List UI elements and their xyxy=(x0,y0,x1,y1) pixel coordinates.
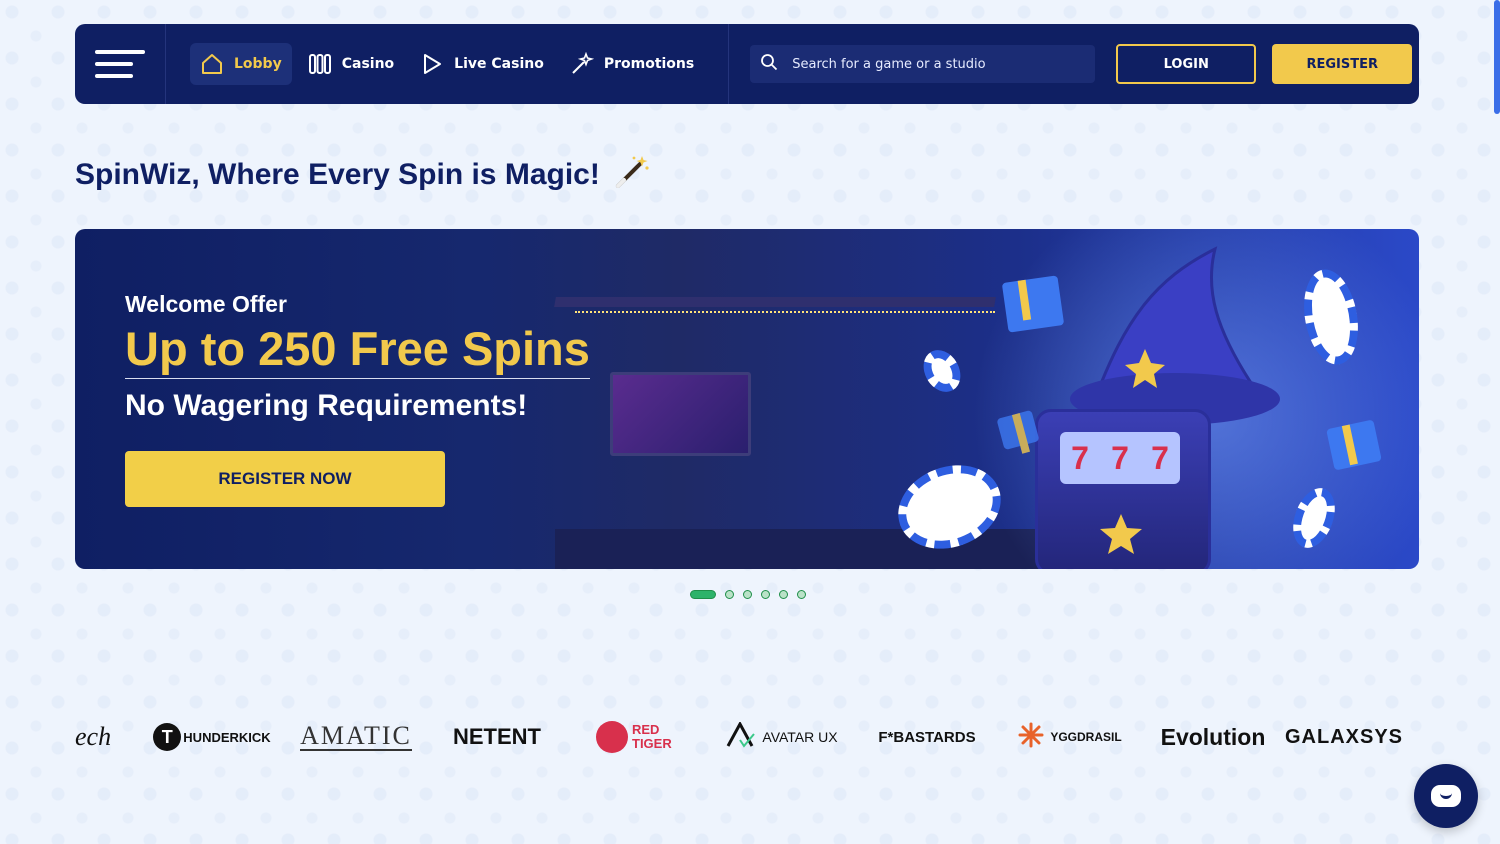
tv-screen-decoration xyxy=(610,372,751,456)
home-icon xyxy=(200,52,224,76)
nav-lobby-label: Lobby xyxy=(234,56,282,72)
magic-wand-icon xyxy=(570,52,594,76)
nav-promotions-label: Promotions xyxy=(603,56,695,72)
avatar-ux-icon xyxy=(726,720,756,753)
top-navbar: Lobby Casino Live Casino Promotions LOGI… xyxy=(75,24,1419,104)
thunderkick-icon: T xyxy=(153,723,182,751)
offer-subtitle: No Wagering Requirements! xyxy=(125,389,528,422)
slot-reels: 7 7 7 xyxy=(1060,432,1180,484)
nav-lobby[interactable]: Lobby xyxy=(190,43,292,85)
provider-logo-yggdrasil[interactable]: YGGDRASIL xyxy=(997,722,1143,753)
offer-label: Welcome Offer xyxy=(125,291,287,317)
scrollbar[interactable] xyxy=(1494,0,1500,114)
promo-banner[interactable]: 7 7 7 Welcome Offer Up to 250 Free Spins… xyxy=(75,229,1419,569)
provider-logo-netent[interactable]: NETENT xyxy=(427,724,567,750)
magic-wand-emoji-icon xyxy=(614,154,650,196)
tiger-icon xyxy=(596,721,628,753)
register-now-button[interactable]: REGISTER NOW xyxy=(125,451,445,507)
nav-promotions[interactable]: Promotions xyxy=(560,43,704,85)
play-icon xyxy=(420,52,444,76)
reel-symbol-1: 7 xyxy=(1071,439,1089,476)
carousel-dot[interactable] xyxy=(797,590,806,599)
carousel-dots xyxy=(690,590,806,599)
page-headline: SpinWiz, Where Every Spin is Magic! xyxy=(75,154,650,196)
star-icon xyxy=(1100,514,1142,554)
register-button[interactable]: REGISTER xyxy=(1272,44,1413,84)
provider-logo-fbastards[interactable]: F*BASTARDS xyxy=(857,729,997,746)
chat-bubble-icon xyxy=(1431,785,1461,807)
carousel-dot[interactable] xyxy=(690,590,716,599)
slot-reels-icon xyxy=(308,52,332,76)
reel-symbol-2: 7 xyxy=(1111,439,1129,476)
provider-logo-thunderkick[interactable]: T HUNDERKICK xyxy=(139,723,285,751)
carousel-dot[interactable] xyxy=(761,590,770,599)
carousel-dot[interactable] xyxy=(779,590,788,599)
reel-symbol-3: 7 xyxy=(1151,439,1169,476)
search-icon xyxy=(760,53,778,75)
nav-live-casino[interactable]: Live Casino xyxy=(410,43,554,85)
hamburger-menu-icon[interactable] xyxy=(75,24,166,104)
main-nav: Lobby Casino Live Casino Promotions xyxy=(166,24,730,104)
search-input[interactable] xyxy=(790,55,1085,73)
provider-logo-ech[interactable]: ech xyxy=(75,722,139,752)
provider-logo-galaxsys[interactable]: GALAXSYS xyxy=(1283,726,1405,749)
provider-logo-amatic[interactable]: AMATIC xyxy=(285,723,427,751)
search-box[interactable] xyxy=(750,45,1096,83)
carousel-dot[interactable] xyxy=(743,590,752,599)
provider-logos-strip: ech T HUNDERKICK AMATIC NETENT RED TIGER… xyxy=(75,712,1405,762)
slot-machine-illustration: 7 7 7 xyxy=(1035,409,1211,569)
live-chat-button[interactable] xyxy=(1414,764,1478,828)
gift-box-decoration xyxy=(1001,275,1065,333)
provider-logo-avatar-ux[interactable]: AVATAR UX xyxy=(707,720,857,753)
yggdrasil-icon xyxy=(1018,722,1044,753)
carousel-dot[interactable] xyxy=(725,590,734,599)
login-button[interactable]: LOGIN xyxy=(1116,44,1257,84)
provider-logo-red-tiger[interactable]: RED TIGER xyxy=(567,721,707,753)
nav-casino-label: Casino xyxy=(341,56,395,72)
headline-text: SpinWiz, Where Every Spin is Magic! xyxy=(75,158,600,191)
offer-title: Up to 250 Free Spins xyxy=(125,321,590,379)
nav-live-casino-label: Live Casino xyxy=(454,56,544,72)
nav-casino[interactable]: Casino xyxy=(298,43,404,85)
provider-logo-evolution[interactable]: Evolution xyxy=(1143,724,1283,751)
